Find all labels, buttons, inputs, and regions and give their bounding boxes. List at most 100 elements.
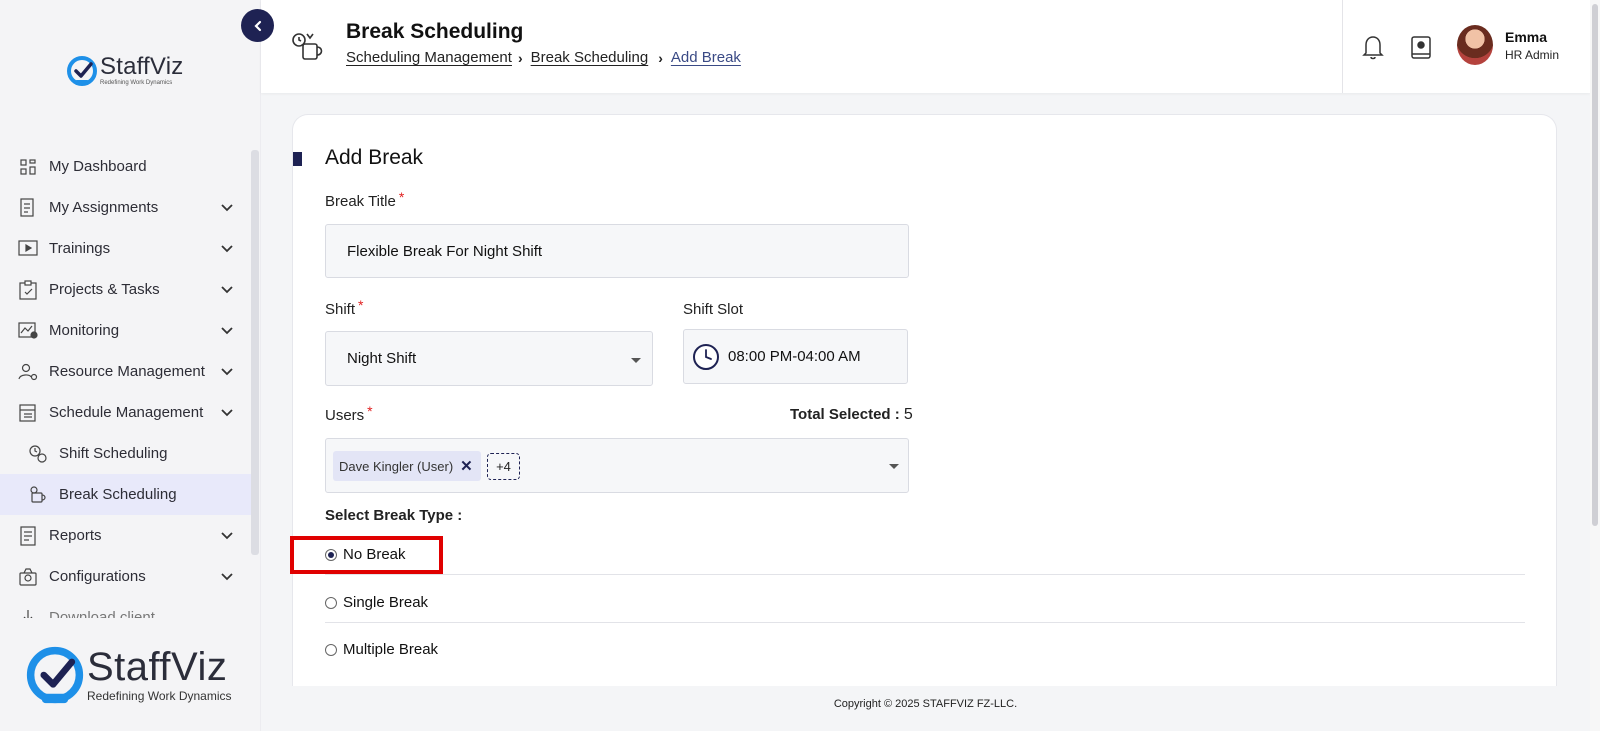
sidebar: StaffViz Redefining Work Dynamics My Das… <box>0 0 261 731</box>
chevron-down-icon[interactable] <box>220 365 234 379</box>
shift-icon <box>28 444 48 464</box>
users-label: Users * <box>325 403 373 424</box>
copyright-footer: Copyright © 2025 STAFFVIZ FZ-LLC. <box>833 698 1018 710</box>
sidebar-item-label: Configurations <box>49 568 146 585</box>
sidebar-item-label: Monitoring <box>49 322 120 339</box>
sidebar-item-label: Shift Scheduling <box>59 445 168 462</box>
radio-multiple-break[interactable]: Multiple Break <box>325 641 438 658</box>
sidebar-item-label: Schedule Management <box>49 404 204 421</box>
bell-icon[interactable] <box>1361 34 1385 60</box>
more-users-chip[interactable]: +4 <box>487 453 520 480</box>
shift-slot-field: 08:00 PM-04:00 AM <box>683 329 908 384</box>
radio-label: Single Break <box>343 594 429 611</box>
breadcrumb-scheduling-management[interactable]: Scheduling Management <box>346 49 512 66</box>
sidebar-scrollbar[interactable] <box>251 150 259 555</box>
sidebar-nav: My Dashboard My Assignments Trainings Pr… <box>0 146 252 618</box>
chevron-down-icon[interactable] <box>220 201 234 215</box>
assignments-icon <box>18 197 38 218</box>
sidebar-item-label: Download client <box>49 609 155 618</box>
dashboard-icon <box>18 157 38 177</box>
required-asterisk: * <box>367 403 373 419</box>
trainings-icon <box>18 239 38 259</box>
page-scrollbar-thumb[interactable] <box>1592 4 1598 526</box>
avatar[interactable] <box>1457 25 1493 65</box>
sidebar-item-label: My Dashboard <box>49 158 147 175</box>
schedule-icon <box>18 403 38 423</box>
total-selected: Total Selected : 5 <box>790 406 913 424</box>
radio-label: Multiple Break <box>343 641 439 658</box>
sidebar-item-trainings[interactable]: Trainings <box>0 228 252 269</box>
chevron-down-icon[interactable] <box>220 529 234 543</box>
radio-button[interactable] <box>325 643 337 656</box>
total-selected-label: Total Selected : <box>790 406 900 423</box>
close-icon[interactable]: ✕ <box>460 457 473 475</box>
chevron-down-icon[interactable] <box>220 570 234 584</box>
sidebar-item-label: Projects & Tasks <box>49 281 160 298</box>
caret-down-icon <box>889 464 899 469</box>
handbook-icon[interactable] <box>1409 35 1433 60</box>
sidebar-item-label: Trainings <box>49 240 111 257</box>
chevron-left-icon <box>253 20 261 31</box>
staffviz-logo-icon <box>26 646 84 704</box>
sidebar-item-my-dashboard[interactable]: My Dashboard <box>0 146 252 187</box>
users-label-text: Users <box>325 407 365 424</box>
staffviz-logo[interactable]: StaffViz Redefining Work Dynamics <box>66 54 183 86</box>
sidebar-item-break-scheduling[interactable]: Break Scheduling <box>0 474 252 515</box>
shift-value: Night Shift <box>347 350 417 367</box>
user-chip-label: Dave Kingler (User) <box>339 458 454 474</box>
user-chip: Dave Kingler (User) ✕ <box>333 451 481 481</box>
total-selected-count: 5 <box>903 406 913 423</box>
header-divider <box>1342 0 1343 93</box>
break-title-value: Flexible Break For Night Shift <box>347 242 543 260</box>
logo-brand-text: StaffViz <box>100 52 184 80</box>
required-asterisk: * <box>398 189 405 205</box>
sidebar-item-reports[interactable]: Reports <box>0 515 252 556</box>
breadcrumb-break-scheduling[interactable]: Break Scheduling <box>531 49 649 66</box>
divider <box>325 574 1525 575</box>
break-title-input[interactable]: Flexible Break For Night Shift <box>325 224 909 278</box>
clock-icon <box>693 343 719 370</box>
break-icon <box>28 485 48 505</box>
sidebar-item-my-assignments[interactable]: My Assignments <box>0 187 252 228</box>
caret-down-icon <box>631 358 641 363</box>
radio-single-break[interactable]: Single Break <box>325 594 428 611</box>
sidebar-item-projects-tasks[interactable]: Projects & Tasks <box>0 269 252 310</box>
configurations-icon <box>18 567 38 587</box>
chevron-down-icon[interactable] <box>220 324 234 338</box>
chevron-down-icon[interactable] <box>220 406 234 420</box>
user-name[interactable]: Emma <box>1505 29 1547 45</box>
reports-icon <box>18 525 38 546</box>
sidebar-item-label: Reports <box>49 527 102 544</box>
clipboard-icon <box>18 279 38 300</box>
chevron-down-icon[interactable] <box>220 242 234 256</box>
sidebar-collapse-button[interactable] <box>241 9 274 42</box>
sidebar-item-schedule-management[interactable]: Schedule Management <box>0 392 252 433</box>
users-select[interactable]: Dave Kingler (User) ✕ +4 <box>325 438 909 493</box>
break-scheduling-icon <box>292 33 323 60</box>
logo-tagline: Redefining Work Dynamics <box>87 689 232 703</box>
sidebar-item-download-client[interactable]: Download client <box>0 597 252 618</box>
sidebar-item-configurations[interactable]: Configurations <box>0 556 252 597</box>
logo-brand-text: StaffViz <box>87 645 228 689</box>
chevron-right-icon: › <box>517 49 523 66</box>
radio-button[interactable] <box>325 596 337 609</box>
logo-tagline: Redefining Work Dynamics <box>100 79 173 86</box>
shift-label: Shift * <box>325 297 363 318</box>
staffviz-logo-icon <box>67 56 97 86</box>
chevron-right-icon: › <box>658 49 663 66</box>
shift-label-text: Shift <box>325 301 356 318</box>
sidebar-item-resource-management[interactable]: Resource Management <box>0 351 252 392</box>
page-scrollbar[interactable] <box>1590 0 1600 731</box>
sidebar-item-shift-scheduling[interactable]: Shift Scheduling <box>0 433 252 474</box>
breadcrumb-add-break[interactable]: Add Break <box>671 49 741 66</box>
shift-select[interactable]: Night Shift <box>325 331 653 386</box>
sidebar-item-monitoring[interactable]: Monitoring <box>0 310 252 351</box>
break-title-label: Break Title * <box>325 189 404 210</box>
user-role: HR Admin <box>1505 48 1560 62</box>
highlight-box <box>290 536 443 574</box>
sidebar-item-label: My Assignments <box>49 199 159 216</box>
sidebar-item-label: Resource Management <box>49 363 205 380</box>
breadcrumb: Scheduling Management › Break Scheduling… <box>346 49 741 66</box>
chevron-down-icon[interactable] <box>220 283 234 297</box>
section-marker <box>293 152 302 166</box>
